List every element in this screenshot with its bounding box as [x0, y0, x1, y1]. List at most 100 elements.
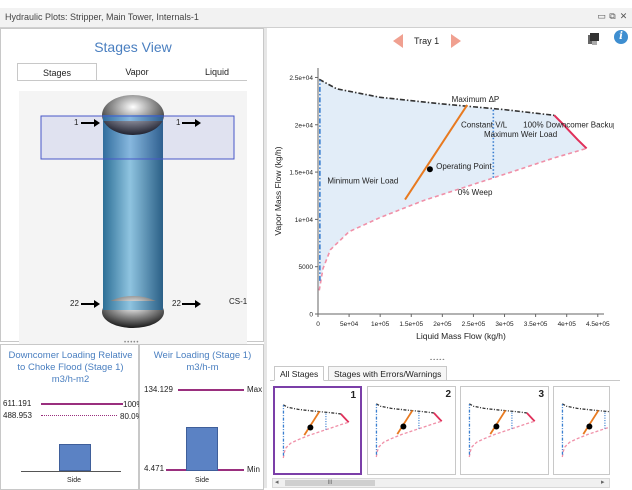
y-tick-label: 2.5e+04 — [289, 75, 313, 82]
mini-series — [526, 412, 536, 422]
mini-operating-point — [307, 424, 314, 431]
annotation-label: 0% Weep — [458, 188, 493, 197]
weir-value-min: 4.471 — [144, 464, 165, 473]
vertical-splitter[interactable] — [264, 28, 267, 488]
annotation-label: Maximum Weir Load — [484, 130, 557, 139]
downcomer-100-line — [41, 403, 123, 405]
weir-max-line — [178, 389, 244, 391]
stage-selection-box[interactable] — [40, 115, 235, 160]
weir-loading-panel: Weir Loading (Stage 1) m3/h-m 134.129 Ma… — [139, 344, 264, 490]
downcomer-value-lower: 488.953 — [3, 411, 32, 420]
stage-label-bottom-right: 22 — [172, 299, 181, 308]
annotation-label: Minimum Weir Load — [327, 176, 398, 185]
stage-thumbnail-3[interactable]: 3 — [460, 386, 549, 475]
thumbnail-number: 2 — [445, 389, 451, 400]
stage-label-top-left: 1 — [74, 118, 79, 127]
feed-arrow-bottom-left — [81, 300, 100, 308]
x-axis-label: Liquid Mass Flow (kg/h) — [416, 331, 506, 341]
stage-label-bottom-left: 22 — [70, 299, 79, 308]
mini-series — [340, 413, 350, 423]
draw-arrow-bottom-right — [182, 300, 201, 308]
mini-series — [303, 410, 321, 436]
mini-operating-point — [493, 423, 500, 430]
mini-series — [375, 420, 442, 458]
annotation-label: Operating Point — [436, 162, 492, 171]
x-tick-label: 2e+05 — [433, 321, 452, 328]
mini-series — [282, 404, 341, 415]
downcomer-unit: m3/h-m2 — [51, 374, 90, 385]
scroll-left-icon[interactable]: ◂ — [275, 478, 279, 486]
x-tick-label: 3e+05 — [495, 321, 514, 328]
annotation-label: Maximum ΔP — [452, 95, 500, 104]
annotation-label: 100% Downcomer Backup — [523, 121, 614, 130]
mini-series — [396, 409, 414, 435]
mini-series — [282, 421, 349, 459]
x-tick-label: 4.5e+05 — [586, 321, 610, 328]
mini-series — [561, 426, 609, 458]
stages-view-panel: Stages View Stages Vapor Liquid 1 1 22 2… — [0, 28, 264, 365]
mini-series — [468, 403, 527, 414]
export-chart-icon[interactable] — [586, 32, 600, 46]
stage-label-top-right: 1 — [176, 118, 181, 127]
mini-series — [489, 409, 507, 435]
operating-point-marker — [426, 166, 433, 173]
downcomer-loading-panel: Downcomer Loading Relative to Choke Floo… — [0, 344, 140, 490]
scroll-thumb[interactable]: III — [285, 480, 375, 486]
x-tick-label: 1.5e+05 — [399, 321, 423, 328]
x-tick-label: 2.5e+05 — [462, 321, 486, 328]
mini-series — [433, 412, 443, 422]
weir-min-label: Min — [247, 465, 260, 474]
downcomer-bar-label: Side — [67, 477, 82, 484]
y-tick-label: 5000 — [299, 264, 314, 271]
previous-tray-icon[interactable] — [392, 34, 404, 48]
downcomer-title-line1: Downcomer Loading Relative — [8, 350, 133, 361]
weir-unit: m3/h-m — [186, 362, 219, 373]
weir-max-label: Max — [247, 385, 263, 394]
window-titlebar: Hydraulic Plots: Stripper, Main Tower, I… — [0, 8, 632, 28]
scroll-right-icon[interactable]: ▸ — [601, 478, 605, 486]
tab-all-stages[interactable]: All Stages — [274, 366, 325, 381]
stage-thumbnail-4[interactable] — [553, 386, 610, 475]
mini-plot — [282, 404, 350, 459]
downcomer-baseline — [21, 471, 121, 472]
mini-plot — [375, 403, 443, 458]
thumbnail-number: 1 — [350, 390, 356, 401]
info-icon[interactable]: i — [614, 30, 628, 44]
y-axis-label: Vapor Mass Flow (kg/h) — [273, 146, 283, 235]
close-icon[interactable]: ✕ — [618, 11, 629, 22]
restore-icon[interactable]: ⧉ — [607, 11, 618, 22]
downcomer-limit-upper: 100% — [123, 400, 140, 409]
weir-value-max: 134.129 — [144, 385, 173, 394]
thumbnail-number: 3 — [538, 389, 544, 400]
next-tray-icon[interactable] — [450, 34, 462, 48]
mini-series — [375, 403, 434, 414]
column-diagram — [40, 95, 235, 328]
x-tick-label: 0 — [316, 321, 320, 328]
stage-thumbnail-2[interactable]: 2 — [367, 386, 456, 475]
y-tick-label: 1.5e+04 — [289, 170, 313, 177]
annotation-label: Constant V/L — [461, 121, 508, 130]
mini-operating-point — [586, 423, 593, 430]
mini-operating-point — [400, 423, 407, 430]
weir-bar — [186, 426, 218, 471]
thumbnail-scrollbar[interactable]: ◂ III ▸ — [272, 478, 610, 488]
y-tick-label: 2e+04 — [295, 122, 314, 129]
downcomer-80-line — [41, 415, 117, 416]
mini-series — [468, 420, 535, 458]
weir-title: Weir Loading (Stage 1) — [153, 350, 252, 361]
y-tick-label: 1e+04 — [295, 217, 314, 224]
y-tick-label: 0 — [309, 312, 313, 319]
mini-plot — [561, 403, 609, 458]
stage-thumbnail-1[interactable]: 1 — [273, 386, 362, 475]
x-tick-label: 3.5e+05 — [524, 321, 548, 328]
tray-label: Tray 1 — [414, 36, 440, 46]
downcomer-title-line2: to Choke Flood (Stage 1) — [17, 362, 124, 373]
section-label: CS-1 — [229, 297, 248, 306]
downcomer-limit-lower: 80.0% — [120, 412, 140, 421]
minimize-icon[interactable]: ▭ — [596, 11, 607, 22]
hydraulic-plot: 0 5000 1e+04 1.5e+04 2e+04 2.5e+04 0 5e+04 1e+05… — [273, 68, 614, 341]
tab-stages-with-errors[interactable]: Stages with Errors/Warnings — [328, 366, 448, 381]
x-tick-label: 4e+05 — [558, 321, 577, 328]
downcomer-value-upper: 611.191 — [3, 399, 32, 408]
x-tick-label: 1e+05 — [371, 321, 390, 328]
